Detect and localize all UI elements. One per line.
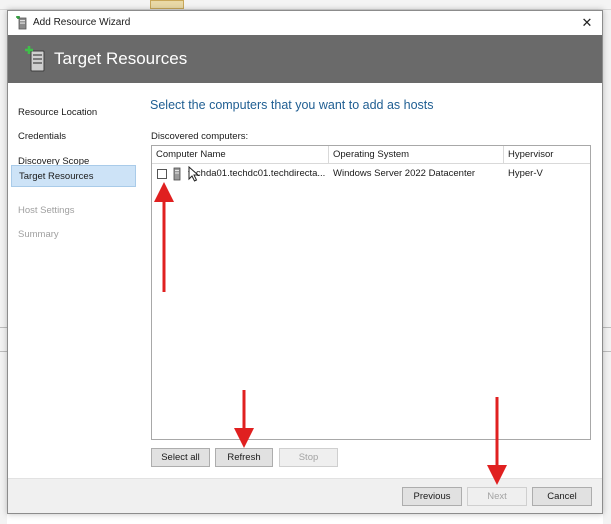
discovered-computers-list[interactable]: Computer Name Operating System Hyperviso…	[151, 145, 591, 440]
wizard-server-icon	[16, 16, 27, 30]
cell-operating-system: Windows Server 2022 Datacenter	[333, 168, 476, 179]
wizard-footer: Previous Next Cancel	[8, 478, 602, 513]
background-app-toolbar	[0, 0, 611, 10]
cell-hypervisor: Hyper-V	[508, 168, 543, 179]
annotation-arrow-refresh	[234, 390, 254, 448]
select-all-button[interactable]: Select all	[151, 448, 210, 467]
wizard-banner: Target Resources	[8, 35, 602, 83]
close-icon: ✕	[581, 15, 593, 30]
nav-item-host-settings: Host Settings	[18, 205, 75, 216]
cell-computer-name: techda01.techdc01.techdirecta...	[188, 168, 326, 179]
background-divider	[0, 351, 7, 352]
mouse-cursor-icon	[188, 166, 200, 182]
list-header: Computer Name Operating System Hyperviso…	[152, 146, 590, 164]
row-checkbox[interactable]	[157, 169, 167, 179]
window-title: Add Resource Wizard	[33, 17, 131, 28]
table-row[interactable]: techda01.techdc01.techdirecta... Windows…	[152, 165, 590, 183]
page-heading: Select the computers that you want to ad…	[150, 98, 434, 112]
wizard-step-nav: Resource Location Credentials Discovery …	[8, 83, 138, 478]
banner-title: Target Resources	[54, 49, 188, 68]
background-divider	[0, 327, 7, 328]
nav-item-resource-location[interactable]: Resource Location	[11, 102, 136, 124]
title-bar: Add Resource Wizard ✕	[8, 11, 602, 35]
server-add-icon	[25, 46, 45, 72]
previous-button[interactable]: Previous	[402, 487, 462, 506]
column-header-hypervisor[interactable]: Hypervisor	[504, 146, 590, 164]
background-app-right-edge	[603, 10, 611, 524]
server-icon	[173, 167, 181, 181]
refresh-button[interactable]: Refresh	[215, 448, 273, 467]
column-header-computer-name[interactable]: Computer Name	[152, 146, 329, 164]
nav-item-credentials[interactable]: Credentials	[11, 126, 136, 148]
stop-button: Stop	[279, 448, 338, 467]
discovered-computers-label: Discovered computers:	[151, 131, 249, 142]
annotation-arrow-checkbox	[154, 182, 174, 292]
background-app-left-edge	[0, 10, 7, 524]
background-app-tab	[150, 0, 184, 9]
background-divider	[603, 351, 611, 352]
add-resource-wizard-window: Add Resource Wizard ✕ Target Resources R…	[7, 10, 603, 514]
next-button: Next	[467, 487, 527, 506]
nav-item-target-resources[interactable]: Target Resources	[11, 165, 136, 187]
annotation-arrow-next	[487, 397, 507, 485]
cancel-button[interactable]: Cancel	[532, 487, 592, 506]
close-button[interactable]: ✕	[574, 13, 600, 33]
column-header-operating-system[interactable]: Operating System	[329, 146, 504, 164]
nav-item-summary: Summary	[18, 229, 59, 240]
background-divider	[603, 327, 611, 328]
